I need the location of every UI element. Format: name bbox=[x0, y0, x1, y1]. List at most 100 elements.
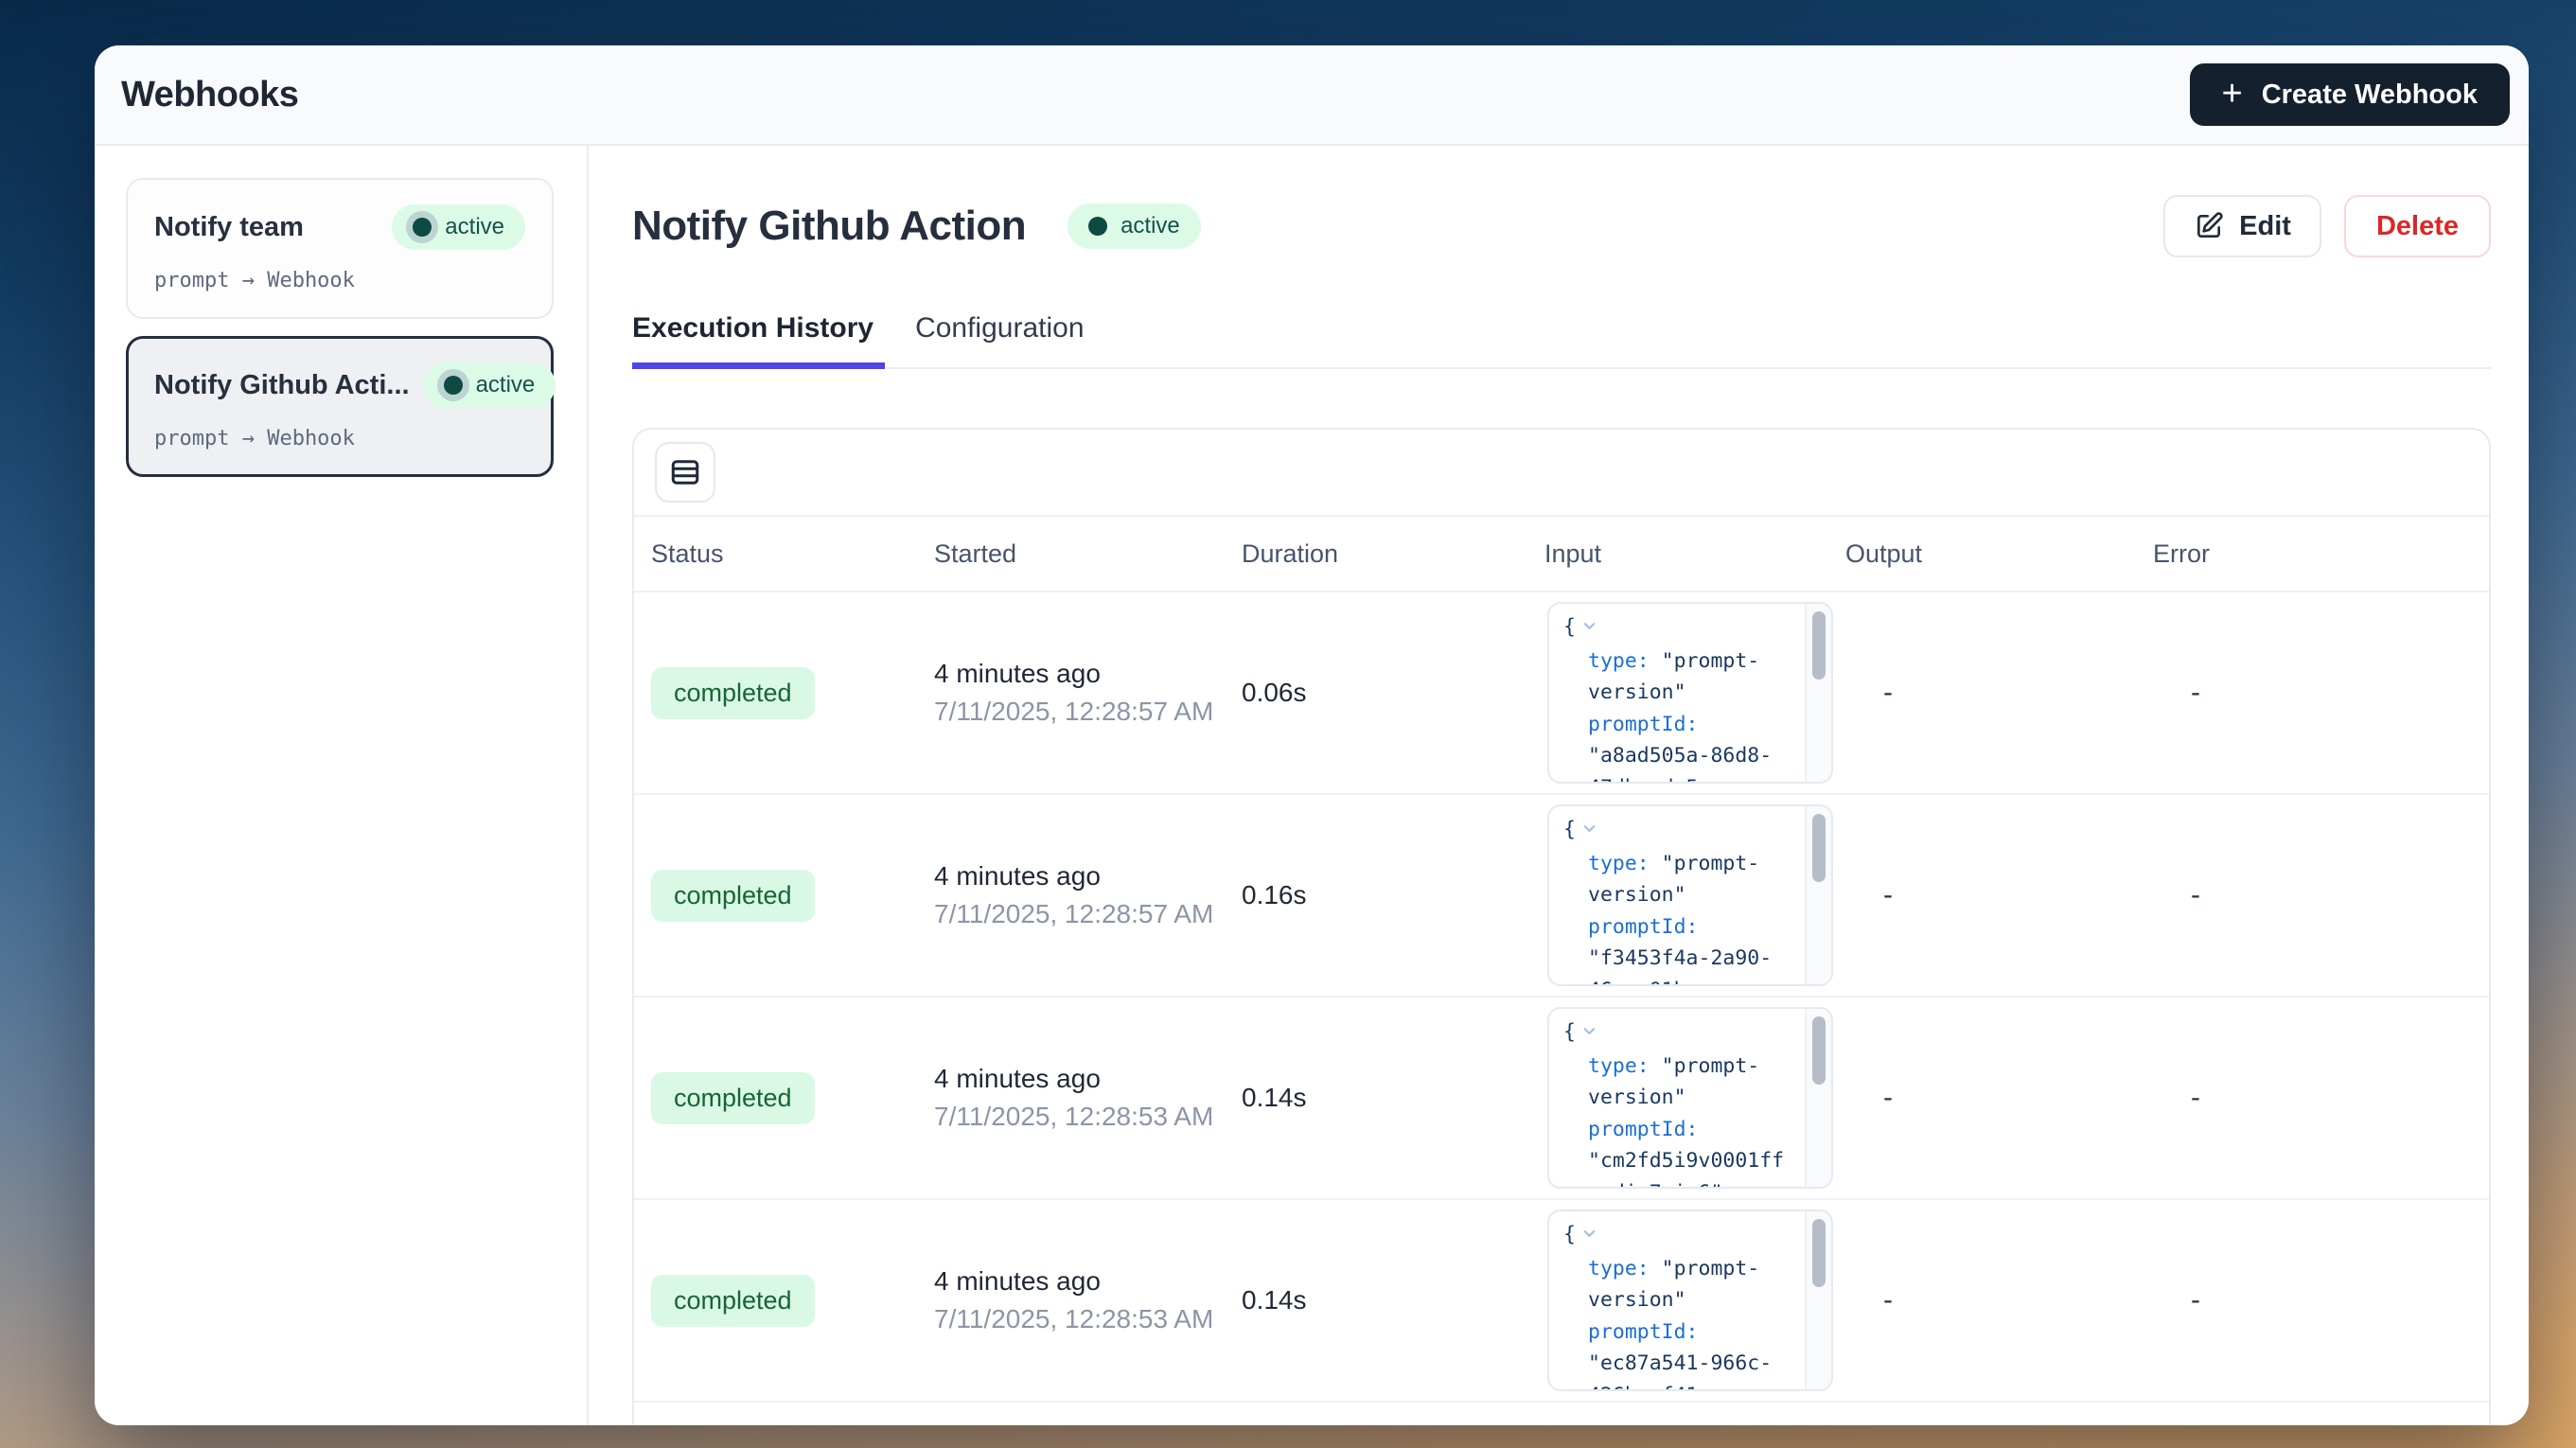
json-open-brace: { bbox=[1563, 615, 1576, 639]
started-cell: 4 minutes ago 7/11/2025, 12:28:57 AM bbox=[917, 659, 1225, 727]
input-cell: { type: "prompt- version" promptId: "f34… bbox=[1527, 804, 1828, 986]
json-string: "a8ad505a-86d8- bbox=[1563, 740, 1805, 772]
status-badge: active bbox=[392, 204, 525, 250]
input-json-viewer[interactable]: { type: "prompt- version" promptId: "f34… bbox=[1547, 804, 1833, 986]
scrollbar-thumb[interactable] bbox=[1812, 1016, 1826, 1085]
status-dot-icon bbox=[444, 376, 463, 395]
app-header: Webhooks + Create Webhook bbox=[95, 45, 2529, 146]
json-content: { type: "prompt- version" promptId: "ec8… bbox=[1549, 1211, 1805, 1389]
table-row: completed 4 minutes ago 7/11/2025, 12:28… bbox=[634, 1200, 2489, 1403]
column-header-error: Error bbox=[2136, 539, 2489, 569]
started-relative: 4 minutes ago bbox=[934, 659, 1225, 689]
output-cell: - bbox=[1828, 1284, 2136, 1316]
json-key: promptId: bbox=[1563, 911, 1805, 944]
duration-cell: 0.06s bbox=[1225, 678, 1527, 708]
json-content: { type: "prompt- version" promptId: "a8a… bbox=[1549, 604, 1805, 782]
tab-configuration[interactable]: Configuration bbox=[915, 312, 1087, 367]
json-string: version" bbox=[1563, 677, 1805, 709]
chevron-down-icon[interactable] bbox=[1580, 613, 1598, 645]
duration-cell: 0.14s bbox=[1225, 1083, 1527, 1113]
started-timestamp: 7/11/2025, 12:28:57 AM bbox=[934, 899, 1225, 929]
sidebar-item-notify-github-action[interactable]: Notify Github Acti... active prompt → We… bbox=[126, 336, 554, 477]
status-cell: completed bbox=[634, 667, 917, 719]
json-string: "ec87a541-966c- bbox=[1563, 1348, 1805, 1380]
table-row: completed 4 minutes ago 7/11/2025, 12:28… bbox=[634, 795, 2489, 998]
app-window: Webhooks + Create Webhook Notify team ac… bbox=[95, 45, 2529, 1425]
status-badge: completed bbox=[651, 870, 815, 922]
edit-button[interactable]: Edit bbox=[2163, 195, 2321, 257]
status-cell: completed bbox=[634, 870, 917, 922]
status-dot-icon bbox=[1088, 217, 1107, 236]
json-key: type: bbox=[1588, 852, 1650, 875]
create-webhook-button[interactable]: + Create Webhook bbox=[2190, 63, 2511, 126]
webhook-flow: prompt → Webhook bbox=[154, 427, 525, 450]
scrollbar-track[interactable] bbox=[1805, 806, 1831, 984]
status-badge: completed bbox=[651, 1072, 815, 1124]
rows-icon bbox=[668, 455, 702, 489]
status-badge: active bbox=[1067, 203, 1201, 249]
json-string: version" bbox=[1563, 1284, 1805, 1316]
status-badge: completed bbox=[651, 667, 815, 719]
json-string: version" bbox=[1563, 1082, 1805, 1114]
input-json-viewer[interactable]: { type: "prompt- version" promptId: "cm2… bbox=[1547, 1007, 1833, 1189]
input-json-viewer[interactable]: { type: "prompt- version" promptId: "ec8… bbox=[1547, 1210, 1833, 1391]
json-string: "f3453f4a-2a90- bbox=[1563, 943, 1805, 975]
chevron-down-icon[interactable] bbox=[1580, 1221, 1598, 1253]
column-header-input: Input bbox=[1527, 539, 1828, 569]
scrollbar-track[interactable] bbox=[1805, 604, 1831, 782]
started-timestamp: 7/11/2025, 12:28:57 AM bbox=[934, 697, 1225, 727]
webhook-sidebar: Notify team active prompt → Webhook Noti… bbox=[95, 146, 589, 1425]
duration-cell: 0.14s bbox=[1225, 1285, 1527, 1316]
scrollbar-thumb[interactable] bbox=[1812, 611, 1826, 680]
status-badge: active bbox=[423, 362, 556, 408]
chevron-down-icon[interactable] bbox=[1580, 1018, 1598, 1051]
error-cell: - bbox=[2136, 1082, 2489, 1114]
json-string: "prompt- bbox=[1650, 1257, 1760, 1280]
chevron-down-icon[interactable] bbox=[1580, 816, 1598, 848]
started-timestamp: 7/11/2025, 12:28:53 AM bbox=[934, 1102, 1225, 1132]
webhook-detail-panel: Notify Github Action active bbox=[589, 146, 2529, 1425]
sidebar-item-notify-team[interactable]: Notify team active prompt → Webhook bbox=[126, 178, 554, 319]
delete-button[interactable]: Delete bbox=[2344, 195, 2491, 257]
column-header-started: Started bbox=[917, 539, 1225, 569]
error-cell: - bbox=[2136, 879, 2489, 911]
detail-tabs: Execution History Configuration bbox=[632, 312, 2491, 369]
plus-icon: + bbox=[2222, 76, 2243, 112]
json-open-brace: { bbox=[1563, 1020, 1576, 1044]
json-string: 46ee-01be bbox=[1563, 975, 1805, 985]
started-cell: 4 minutes ago 7/11/2025, 12:28:53 AM bbox=[917, 1064, 1225, 1132]
scrollbar-track[interactable] bbox=[1805, 1211, 1831, 1389]
json-string: cmdiv7oio6" bbox=[1563, 1177, 1805, 1188]
table-body: completed 4 minutes ago 7/11/2025, 12:28… bbox=[634, 592, 2489, 1403]
page-title: Webhooks bbox=[121, 75, 298, 115]
scrollbar-thumb[interactable] bbox=[1812, 1219, 1826, 1287]
tab-execution-history[interactable]: Execution History bbox=[632, 312, 877, 367]
json-string: "prompt- bbox=[1650, 1054, 1760, 1078]
edit-label: Edit bbox=[2239, 211, 2291, 242]
scrollbar-thumb[interactable] bbox=[1812, 814, 1826, 882]
status-label: active bbox=[1120, 213, 1180, 239]
started-relative: 4 minutes ago bbox=[934, 1266, 1225, 1297]
output-cell: - bbox=[1828, 879, 2136, 911]
json-content: { type: "prompt- version" promptId: "f34… bbox=[1549, 806, 1805, 984]
input-cell: { type: "prompt- version" promptId: "a8a… bbox=[1527, 602, 1828, 784]
json-key: type: bbox=[1588, 1257, 1650, 1280]
input-json-viewer[interactable]: { type: "prompt- version" promptId: "a8a… bbox=[1547, 602, 1833, 784]
edit-pencil-icon bbox=[2194, 211, 2224, 241]
table-row: completed 4 minutes ago 7/11/2025, 12:28… bbox=[634, 592, 2489, 795]
json-open-brace: { bbox=[1563, 1223, 1576, 1246]
json-string: "cm2fd5i9v0001ff bbox=[1563, 1145, 1805, 1177]
input-cell: { type: "prompt- version" promptId: "ec8… bbox=[1527, 1210, 1828, 1391]
column-header-status: Status bbox=[634, 539, 917, 569]
table-row: completed 4 minutes ago 7/11/2025, 12:28… bbox=[634, 998, 2489, 1200]
webhook-name: Notify team bbox=[154, 212, 304, 243]
scrollbar-track[interactable] bbox=[1805, 1009, 1831, 1187]
json-key: promptId: bbox=[1563, 1114, 1805, 1146]
json-string: "prompt- bbox=[1650, 649, 1760, 673]
output-cell: - bbox=[1828, 677, 2136, 709]
status-label: active bbox=[445, 214, 504, 240]
webhook-title: Notify Github Action bbox=[632, 203, 1026, 250]
table-toolbar bbox=[634, 430, 2489, 517]
table-rows-view-button[interactable] bbox=[655, 442, 715, 503]
column-header-duration: Duration bbox=[1225, 539, 1527, 569]
